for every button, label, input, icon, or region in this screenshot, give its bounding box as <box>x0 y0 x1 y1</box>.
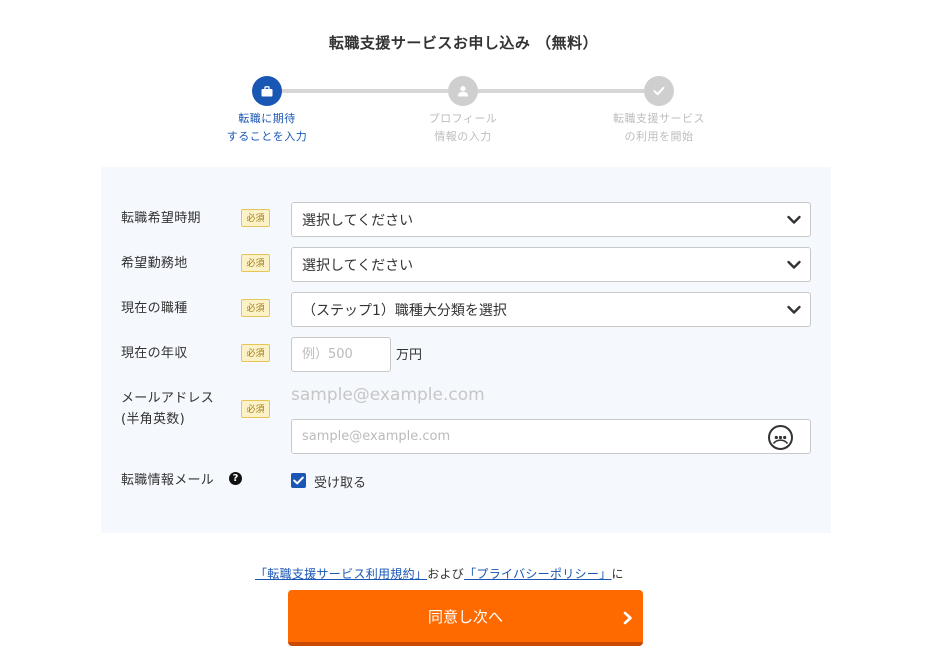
consent-and: および <box>427 567 465 581</box>
annual-income-label: 現在の年収 <box>121 346 188 361</box>
required-badge: 必須 <box>241 400 270 418</box>
email-label: メールアドレス (半角英数) <box>121 391 215 427</box>
current-job-select[interactable]: （ステップ1）職種大分類を選択 <box>291 292 811 327</box>
step-1-label: 転職に期待 することを入力 <box>226 112 308 143</box>
email-input[interactable] <box>291 419 811 454</box>
chevron-down-icon <box>787 215 801 224</box>
check-icon <box>653 86 665 96</box>
step-2-indicator <box>448 76 478 106</box>
job-mail-label: 転職情報メール <box>121 473 215 488</box>
agree-next-button[interactable]: 同意し次へ <box>288 590 643 646</box>
desired-timing-select[interactable]: 選択してください <box>291 202 811 237</box>
chevron-down-icon <box>787 260 801 269</box>
consent-suffix: に <box>611 567 624 581</box>
consent-text: 「転職支援サービス利用規約」および「プライバシーポリシー」に <box>255 565 624 582</box>
step-2-label: プロフィール 情報の入力 <box>428 112 498 143</box>
user-icon <box>457 86 469 97</box>
agree-next-label: 同意し次へ <box>427 607 503 626</box>
help-icon[interactable]: ? <box>229 472 242 485</box>
terms-link[interactable]: 「転職支援サービス利用規約」 <box>255 567 427 581</box>
autofill-more-icon[interactable] <box>767 424 794 451</box>
desired-location-value: 選択してください <box>302 257 414 274</box>
current-job-value: （ステップ1）職種大分類を選択 <box>302 302 507 319</box>
chevron-right-icon <box>623 611 632 625</box>
desired-location-label: 希望勤務地 <box>121 256 188 271</box>
check-icon <box>293 476 304 485</box>
income-unit: 万円 <box>396 348 423 363</box>
desired-timing-label: 転職希望時期 <box>121 211 201 226</box>
required-badge: 必須 <box>241 209 270 227</box>
step-1-indicator <box>252 76 282 106</box>
desired-location-select[interactable]: 選択してください <box>291 247 811 282</box>
required-badge: 必須 <box>241 299 270 317</box>
chevron-down-icon <box>787 305 801 314</box>
annual-income-input[interactable] <box>291 337 391 372</box>
step-connector <box>478 89 644 93</box>
privacy-policy-link[interactable]: 「プライバシーポリシー」 <box>464 567 611 581</box>
job-mail-checkbox[interactable] <box>291 473 306 488</box>
current-job-label: 現在の職種 <box>121 301 188 316</box>
briefcase-icon <box>261 85 273 96</box>
required-badge: 必須 <box>241 254 270 272</box>
step-3-label: 転職支援サービス の利用を開始 <box>613 112 705 143</box>
required-badge: 必須 <box>241 344 270 362</box>
page-title: 転職支援サービスお申し込み （無料） <box>328 34 599 52</box>
desired-timing-value: 選択してください <box>302 212 414 229</box>
step-3-indicator <box>644 76 674 106</box>
step-connector <box>282 89 448 93</box>
email-example-hint: sample@example.com <box>291 385 485 405</box>
job-mail-checkbox-label[interactable]: 受け取る <box>314 472 366 491</box>
